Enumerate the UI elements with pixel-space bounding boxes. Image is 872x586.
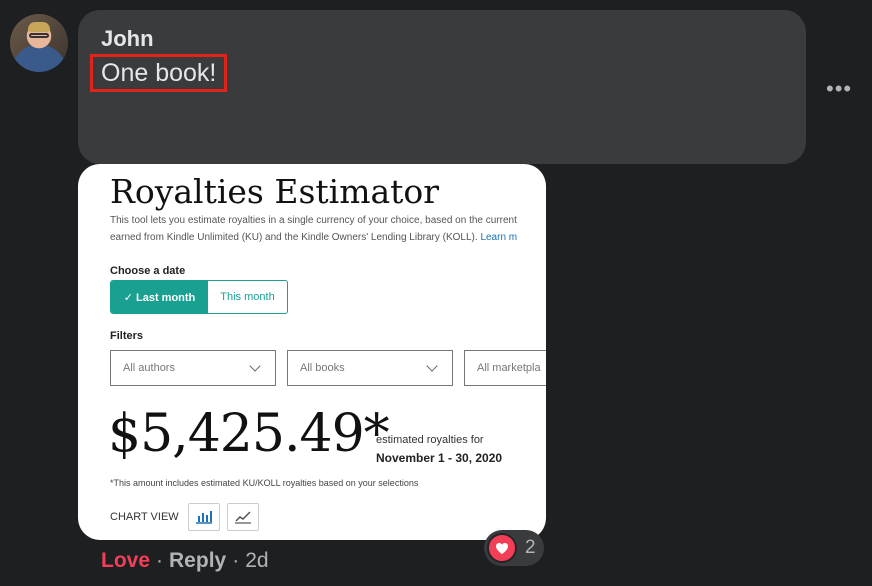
timestamp[interactable]: 2d [245, 549, 268, 572]
love-button[interactable]: Love [101, 549, 150, 572]
filters-label: Filters [110, 330, 144, 342]
description-line-2-text: earned from Kindle Unlimited (KU) and th… [110, 232, 478, 243]
comment-text: One book! [90, 54, 228, 92]
avatar[interactable] [10, 14, 68, 72]
more-options-icon[interactable]: ••• [826, 76, 852, 102]
attachment-image[interactable]: Royalties Estimator This tool lets you e… [78, 164, 546, 540]
comment-actions: Love · Reply · 2d [101, 549, 269, 573]
authors-select: All authors [110, 350, 276, 386]
chevron-down-icon [426, 360, 438, 372]
bar-chart-icon [188, 503, 220, 531]
description-line-2: earned from Kindle Unlimited (KU) and th… [110, 229, 546, 246]
chevron-down-icon [249, 360, 261, 372]
learn-more-link: Learn m [480, 232, 518, 243]
choose-date-label: Choose a date [110, 265, 186, 277]
books-select-value: All books [300, 362, 345, 374]
amount-footnote: *This amount includes estimated KU/KOLL … [110, 478, 419, 488]
description-line-1: This tool lets you estimate royalties in… [110, 215, 517, 226]
line-chart-icon [227, 503, 259, 531]
estimate-period: November 1 - 30, 2020 [376, 451, 503, 465]
avatar-hair [28, 22, 50, 32]
authors-select-value: All authors [123, 362, 175, 374]
date-toggle: ✓ Last month This month [110, 280, 288, 314]
royalty-amount: $5,425.49* [108, 404, 390, 464]
last-month-option: ✓ Last month [111, 281, 208, 313]
reaction-summary[interactable]: 2 [484, 530, 544, 566]
comment-bubble: John One book! [78, 10, 806, 164]
estimate-label: estimated royalties for [376, 434, 484, 446]
comment-author[interactable]: John [101, 26, 154, 52]
this-month-option: This month [220, 291, 275, 303]
estimator-description: This tool lets you estimate royalties in… [110, 212, 546, 246]
marketplace-select: All marketpla [464, 350, 546, 386]
separator: · [232, 549, 240, 572]
separator: · [156, 549, 164, 572]
marketplace-select-value: All marketpla [477, 362, 541, 374]
books-select: All books [287, 350, 453, 386]
chart-view-label: CHART VIEW [110, 511, 179, 523]
avatar-glasses [29, 33, 49, 38]
estimator-title: Royalties Estimator [110, 172, 440, 211]
reaction-count: 2 [525, 537, 536, 558]
heart-icon [487, 533, 517, 563]
reply-button[interactable]: Reply [169, 549, 226, 572]
